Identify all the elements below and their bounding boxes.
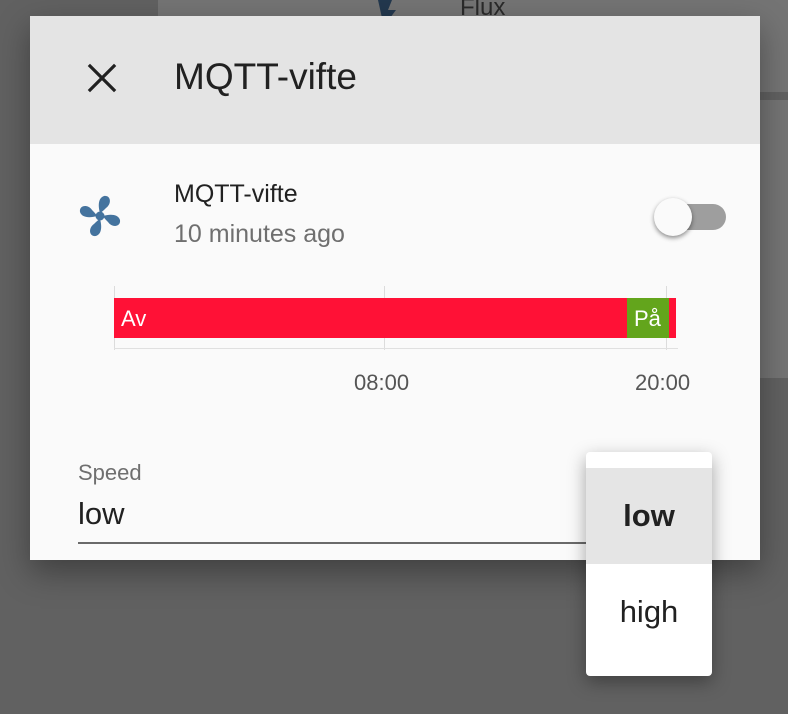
timeline-tick-2000: 20:00 <box>635 370 691 395</box>
speed-label: Speed <box>78 460 142 485</box>
history-segment[interactable] <box>669 298 676 338</box>
background-card-edge <box>760 100 788 378</box>
toggle-thumb <box>654 198 692 236</box>
close-icon <box>86 62 118 99</box>
speed-option-high[interactable]: high <box>586 564 712 660</box>
speed-select-underline <box>78 542 648 544</box>
history-segment-label: På <box>634 306 661 331</box>
history-segment-label: Av <box>121 306 147 331</box>
speed-option-low[interactable]: low <box>586 468 712 564</box>
last-changed-text: 10 minutes ago <box>174 220 345 248</box>
history-segment[interactable] <box>114 298 627 338</box>
timeline-tick-0800: 08:00 <box>354 370 410 395</box>
speed-select[interactable]: low <box>78 496 125 532</box>
speed-dropdown-menu: low high <box>586 452 712 676</box>
fan-icon <box>78 194 122 243</box>
timeline-axis <box>114 348 678 349</box>
dialog-title: MQTT-vifte <box>174 56 357 97</box>
entity-name: MQTT-vifte <box>174 180 298 208</box>
close-button[interactable] <box>82 60 122 100</box>
history-timeline: Av På 08:00 20:00 <box>114 286 714 426</box>
dialog-header: MQTT-vifte <box>30 16 760 144</box>
power-toggle[interactable] <box>654 198 728 238</box>
